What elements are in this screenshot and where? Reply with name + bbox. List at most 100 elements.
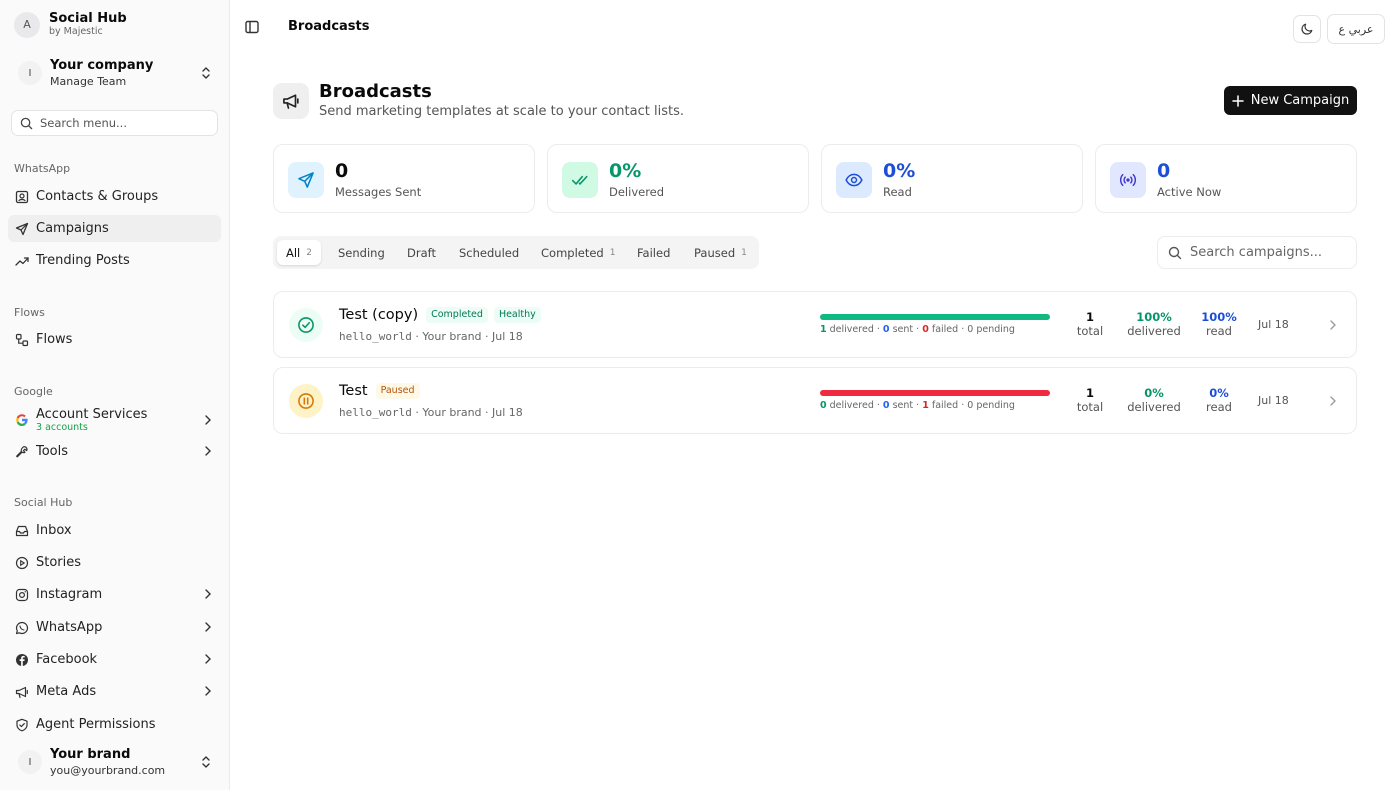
tab-count: 2: [306, 247, 312, 258]
sidebar: A Social Hub by Majestic I Your company …: [0, 0, 230, 790]
wrench-icon: [15, 445, 29, 459]
eye-icon: [836, 162, 872, 198]
sidebar-toggle-icon[interactable]: [244, 19, 260, 35]
read-column: 100% read: [1194, 310, 1244, 339]
tab-completed[interactable]: Completed 1: [532, 240, 624, 265]
sidebar-item-campaigns[interactable]: Campaigns: [8, 215, 221, 242]
company-avatar: I: [18, 61, 42, 85]
tab-sending[interactable]: Sending: [329, 240, 394, 265]
total-column: 1 total: [1070, 386, 1110, 415]
read-column: 0% read: [1194, 386, 1244, 415]
sidebar-item-label: Contacts & Groups: [36, 189, 159, 204]
sidebar-item-contacts[interactable]: Contacts & Groups: [8, 183, 221, 210]
section-google: Google: [14, 385, 53, 398]
read-pct-label: read: [1206, 324, 1232, 338]
total-label: total: [1076, 324, 1104, 338]
pending-label: pending: [976, 400, 1015, 411]
failed-count: 0: [922, 324, 929, 335]
company-switcher[interactable]: I Your company Manage Team: [10, 52, 220, 94]
campaign-row[interactable]: Test Paused hello_world · Your brand · J…: [273, 367, 1357, 434]
delivery-breakdown: 0 delivered · 0 sent · 1 failed · 0 pend…: [820, 400, 1015, 411]
delivered-label: delivered: [829, 324, 874, 335]
section-social-hub: Social Hub: [14, 496, 73, 509]
read-pct: 0%: [1209, 386, 1229, 400]
stat-label: Delivered: [609, 185, 665, 199]
tab-failed[interactable]: Failed: [628, 240, 679, 265]
sidebar-item-tools[interactable]: Tools: [8, 438, 221, 465]
new-campaign-label: New Campaign: [1250, 93, 1350, 108]
pending-count: 0: [967, 400, 974, 411]
user-email: you@yourbrand.com: [50, 763, 166, 777]
sidebar-item-label: Flows: [36, 332, 73, 347]
sidebar-item-label: Inbox: [36, 523, 72, 538]
user-switcher[interactable]: I Your brand you@yourbrand.com: [10, 744, 220, 780]
sidebar-item-label: Trending Posts: [36, 253, 130, 268]
contacts-icon: [15, 190, 29, 204]
company-sub: Manage Team: [50, 74, 127, 88]
delivered-pct: 0%: [1144, 386, 1164, 400]
progress-bar: [820, 390, 1050, 396]
total-column: 1 total: [1070, 310, 1110, 339]
sidebar-item-label: Instagram: [36, 587, 103, 602]
campaign-search-input[interactable]: [1190, 245, 1350, 260]
plus-icon: [1231, 94, 1244, 107]
tab-count: 1: [609, 247, 616, 258]
tab-scheduled[interactable]: Scheduled: [450, 240, 528, 265]
delivered-column: 100% delivered: [1124, 310, 1184, 339]
chevron-right-icon: [204, 621, 212, 633]
check-check-icon: [562, 162, 598, 198]
stat-card-active-now: 0 Active Now: [1095, 144, 1357, 213]
brand-byline: by Majestic: [49, 26, 103, 37]
status-tabs: All 2 Sending Draft Scheduled Completed 1 …: [273, 236, 759, 269]
topbar-title: Broadcasts: [288, 19, 370, 34]
megaphone-icon: [282, 92, 300, 110]
campaign-name: Test: [339, 383, 368, 399]
template-name: hello_world: [339, 406, 412, 419]
read-pct: 100%: [1201, 310, 1237, 324]
stat-value: 0: [1157, 160, 1171, 182]
language-toggle-button[interactable]: عربي ع: [1327, 14, 1385, 44]
total-value: 1: [1085, 310, 1094, 324]
sent-count: 0: [882, 324, 890, 335]
sidebar-item-label: Campaigns: [36, 221, 109, 236]
page-subtitle: Send marketing templates at scale to you…: [319, 104, 684, 119]
campaign-name: Test (copy): [339, 307, 419, 323]
sidebar-item-instagram[interactable]: Instagram: [8, 581, 221, 608]
delivered-pct-label: delivered: [1127, 324, 1181, 338]
sidebar-item-whatsapp[interactable]: WhatsApp: [8, 614, 221, 641]
inbox-icon: [15, 524, 29, 538]
sidebar-item-facebook[interactable]: Facebook: [8, 646, 221, 673]
tab-label: Sending: [338, 245, 385, 260]
trending-up-icon: [15, 254, 29, 268]
campaign-row[interactable]: Test (copy) Completed Healthy hello_worl…: [273, 291, 1357, 358]
sidebar-item-trending[interactable]: Trending Posts: [8, 247, 221, 274]
google-icon: [15, 413, 29, 427]
tab-paused[interactable]: Paused 1: [685, 240, 756, 265]
search-menu-input[interactable]: [40, 116, 200, 130]
stat-card-messages-sent: 0 Messages Sent: [273, 144, 535, 213]
sidebar-item-account-services[interactable]: Account Services 3 accounts: [8, 404, 221, 436]
stat-value: 0%: [609, 160, 642, 182]
chevron-right-icon[interactable]: [1329, 319, 1337, 331]
new-campaign-button[interactable]: New Campaign: [1224, 86, 1357, 115]
campaign-search: [1157, 236, 1357, 269]
progress-bar: [820, 314, 1050, 320]
sidebar-item-label: Account Services: [36, 407, 148, 422]
tab-all[interactable]: All 2: [277, 240, 321, 265]
health-badge: Healthy: [493, 307, 541, 323]
sidebar-item-flows[interactable]: Flows: [8, 326, 221, 353]
sent-label: sent: [892, 324, 914, 335]
sidebar-item-label: Tools: [36, 444, 69, 459]
theme-toggle-button[interactable]: [1293, 15, 1321, 43]
campaign-date-meta: · Jul 18: [485, 406, 523, 419]
chevrons-up-down-icon: [200, 66, 212, 80]
chevron-right-icon[interactable]: [1329, 395, 1337, 407]
sidebar-item-meta-ads[interactable]: Meta Ads: [8, 678, 221, 705]
sidebar-item-agent-permissions[interactable]: Agent Permissions: [8, 711, 221, 738]
brand[interactable]: A Social Hub by Majestic: [14, 11, 127, 38]
sidebar-item-stories[interactable]: Stories: [8, 549, 221, 576]
sidebar-item-inbox[interactable]: Inbox: [8, 517, 221, 544]
tab-draft[interactable]: Draft: [398, 240, 445, 265]
tab-count: 1: [741, 247, 747, 258]
failed-label: failed: [931, 324, 959, 335]
